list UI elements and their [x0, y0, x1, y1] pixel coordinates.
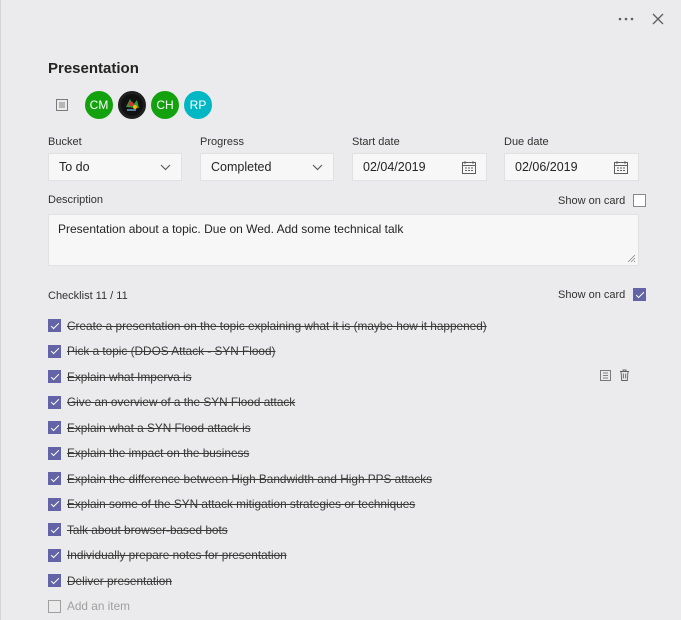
- checklist-item-text[interactable]: Give an overview of a the SYN Flood atta…: [67, 395, 295, 409]
- due-date-label: Due date: [504, 136, 549, 148]
- checklist-item-text[interactable]: Explain the impact on the business: [67, 446, 249, 460]
- description-show-on-card: Show on card: [558, 194, 647, 207]
- avatar-photo[interactable]: [117, 90, 147, 120]
- checklist-item-checkbox[interactable]: [48, 497, 61, 511]
- checklist-item-checkbox[interactable]: [48, 446, 61, 460]
- checklist-item-checkbox[interactable]: [48, 421, 61, 435]
- checklist-item-text[interactable]: Individually prepare notes for presentat…: [67, 548, 287, 562]
- checklist-item-text[interactable]: Explain what a SYN Flood attack is: [67, 421, 251, 435]
- avatar-rp[interactable]: RP: [183, 90, 213, 120]
- chevron-down-icon: [312, 164, 323, 170]
- progress-label: Progress: [200, 136, 245, 148]
- description-textarea[interactable]: Presentation about a topic. Due on Wed. …: [48, 214, 639, 266]
- checklist-item: Create a presentation on the topic expla…: [48, 313, 638, 339]
- checklist-item-checkbox[interactable]: [48, 395, 61, 409]
- avatar-ch[interactable]: CH: [150, 90, 180, 120]
- assign-icon[interactable]: [56, 98, 70, 112]
- start-date-input[interactable]: 02/04/2019: [352, 153, 487, 181]
- checklist-item: Explain what Imperva is: [48, 364, 638, 390]
- bucket-value: To do: [59, 160, 90, 174]
- assignees: CM CH RP: [56, 90, 216, 120]
- resize-handle-icon[interactable]: [627, 254, 636, 263]
- checklist-item: Explain some of the SYN attack mitigatio…: [48, 492, 638, 518]
- task-details-panel: Presentation CM CH RP Bucket To do Progr…: [0, 0, 681, 620]
- promote-icon[interactable]: [600, 369, 611, 381]
- more-options-icon[interactable]: [617, 10, 635, 28]
- checklist-show-on-card: Show on card: [558, 288, 647, 301]
- progress-value: Completed: [211, 160, 272, 174]
- checklist-item-text[interactable]: Deliver presentation: [67, 574, 172, 588]
- calendar-icon[interactable]: [462, 160, 476, 174]
- calendar-icon[interactable]: [614, 160, 628, 174]
- bucket-select[interactable]: To do: [48, 153, 182, 181]
- checklist-item-checkbox[interactable]: [48, 344, 61, 358]
- checklist-item-checkbox[interactable]: [48, 319, 61, 333]
- add-checklist-item[interactable]: Add an item: [48, 594, 638, 619]
- show-on-card-label: Show on card: [558, 194, 626, 207]
- checklist-items: Create a presentation on the topic expla…: [48, 313, 638, 619]
- add-item-placeholder[interactable]: Add an item: [67, 599, 130, 613]
- checklist-item: Pick a topic (DDOS Attack - SYN Flood): [48, 339, 638, 365]
- checklist-item-text[interactable]: Explain the difference between High Band…: [67, 472, 432, 486]
- checklist-item-text[interactable]: Explain some of the SYN attack mitigatio…: [67, 497, 415, 511]
- checklist-item-checkbox[interactable]: [48, 523, 61, 537]
- photo-icon: [121, 94, 143, 116]
- task-title[interactable]: Presentation: [48, 60, 139, 77]
- checklist-item-text[interactable]: Pick a topic (DDOS Attack - SYN Flood): [67, 344, 275, 358]
- checklist-item: Give an overview of a the SYN Flood atta…: [48, 390, 638, 416]
- checklist-label: Checklist 11 / 11: [48, 290, 128, 302]
- checklist-item-actions: [600, 369, 630, 381]
- checklist-item: Explain the difference between High Band…: [48, 466, 638, 492]
- start-date-value: 02/04/2019: [363, 160, 426, 174]
- checklist-item-checkbox[interactable]: [48, 370, 61, 384]
- checklist-item-text[interactable]: Talk about browser-based bots: [67, 523, 228, 537]
- top-actions: [617, 10, 667, 28]
- checklist-item-text[interactable]: Create a presentation on the topic expla…: [67, 319, 487, 333]
- add-item-checkbox: [48, 599, 61, 613]
- checklist-item: Talk about browser-based bots: [48, 517, 638, 543]
- checklist-item: Deliver presentation: [48, 568, 638, 594]
- checklist-item-checkbox[interactable]: [48, 574, 61, 588]
- chevron-down-icon: [160, 164, 171, 170]
- checklist-item-checkbox[interactable]: [48, 472, 61, 486]
- description-show-on-card-checkbox[interactable]: [633, 194, 647, 207]
- bucket-label: Bucket: [48, 136, 82, 148]
- description-label: Description: [48, 194, 104, 206]
- checklist-item-text[interactable]: Explain what Imperva is: [67, 370, 192, 384]
- start-date-label: Start date: [352, 136, 400, 148]
- delete-icon[interactable]: [619, 369, 630, 381]
- due-date-value: 02/06/2019: [515, 160, 578, 174]
- description-text: Presentation about a topic. Due on Wed. …: [58, 222, 404, 236]
- avatar-cm[interactable]: CM: [84, 90, 114, 120]
- checklist-show-on-card-checkbox[interactable]: [633, 288, 647, 301]
- close-icon[interactable]: [649, 10, 667, 28]
- checklist-item: Individually prepare notes for presentat…: [48, 543, 638, 569]
- show-on-card-label: Show on card: [558, 288, 626, 301]
- checklist-item: Explain what a SYN Flood attack is: [48, 415, 638, 441]
- due-date-input[interactable]: 02/06/2019: [504, 153, 639, 181]
- progress-select[interactable]: Completed: [200, 153, 334, 181]
- checklist-item-checkbox[interactable]: [48, 548, 61, 562]
- checklist-item: Explain the impact on the business: [48, 441, 638, 467]
